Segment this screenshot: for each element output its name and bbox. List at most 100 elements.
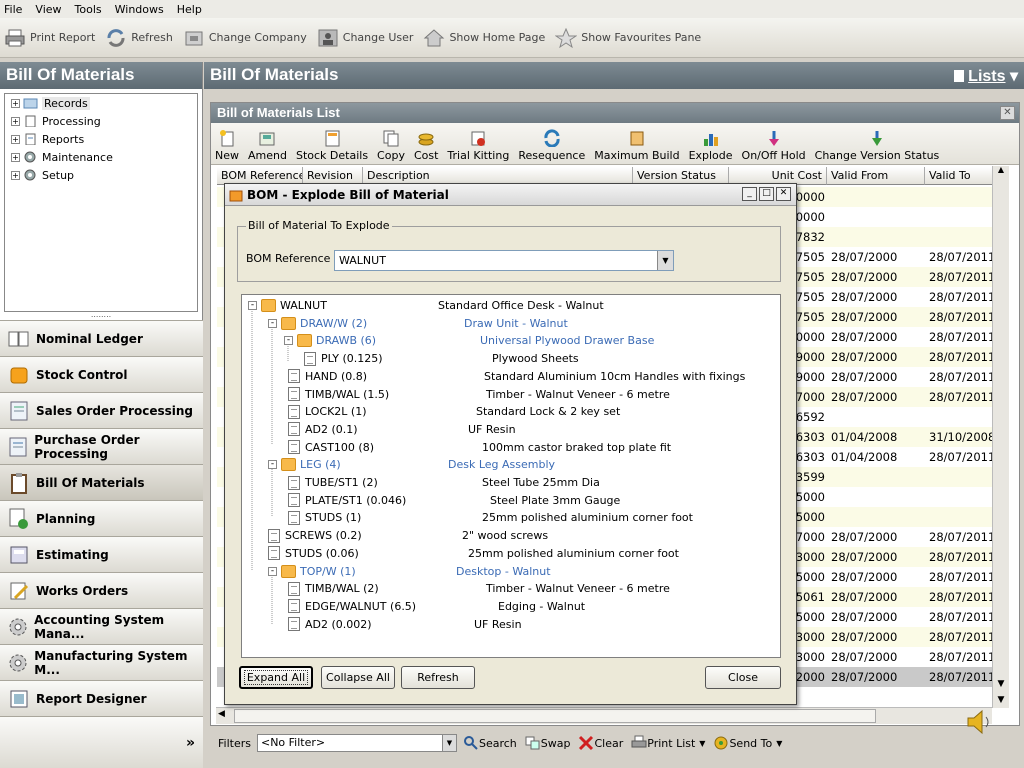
swap-button[interactable]: Swap [525, 735, 570, 751]
nav-bill-of-materials[interactable]: Bill Of Materials [0, 464, 203, 500]
tree-node[interactable]: - LEG (4) [268, 456, 341, 473]
tree-node[interactable]: - WALNUT [248, 297, 327, 314]
close-icon[interactable]: ✕ [1000, 106, 1015, 120]
collapse-icon[interactable]: - [248, 301, 257, 310]
dialog-titlebar[interactable]: BOM - Explode Bill of Material [225, 184, 796, 206]
send-to-button[interactable]: Send To ▼ [713, 735, 782, 751]
collapse-icon[interactable]: - [268, 566, 277, 576]
horizontal-scrollbar[interactable]: ◀ [216, 707, 992, 724]
tree-node[interactable]: SCREWS (0.2) [268, 527, 362, 544]
tree-item-maintenance[interactable]: + Maintenance [5, 148, 197, 166]
tree-node[interactable]: AD2 (0.002) [288, 616, 372, 633]
print-report-button[interactable]: Print Report [4, 28, 95, 48]
search-button[interactable]: Search [463, 735, 517, 751]
resequence-button[interactable]: Resequence [518, 129, 585, 162]
collapse-icon[interactable]: - [284, 336, 293, 346]
scroll-left-icon[interactable]: ◀ [218, 709, 225, 719]
nav-stock-control[interactable]: Stock Control [0, 356, 203, 392]
chevron-down-icon[interactable]: ▼ [441, 735, 456, 751]
chevron-down-icon[interactable]: ▼ [699, 739, 705, 748]
bom-reference-select[interactable]: WALNUT ▼ [334, 250, 674, 271]
new-button[interactable]: New [215, 129, 239, 162]
tree-item-reports[interactable]: + Reports [5, 130, 197, 148]
tree-node[interactable]: STUDS (0.06) [268, 545, 359, 562]
nav-more-button[interactable]: » [0, 716, 203, 768]
tree-node[interactable]: PLATE/ST1 (0.046) [288, 492, 406, 509]
nav-planning[interactable]: Planning [0, 500, 203, 536]
amend-button[interactable]: Amend [248, 129, 287, 162]
tree-node[interactable]: LOCK2L (1) [288, 403, 367, 420]
dialog-refresh-button[interactable]: Refresh [401, 666, 475, 689]
chevron-down-icon[interactable]: ▼ [776, 739, 782, 748]
tree-node[interactable]: PLY (0.125) [304, 350, 383, 367]
expand-icon[interactable]: + [11, 152, 20, 162]
refresh-button[interactable]: Refresh [105, 28, 173, 48]
copy-button[interactable]: Copy [377, 129, 405, 162]
vertical-scrollbar[interactable]: ▲ ▲ ▼▼ [992, 166, 1009, 708]
tree-node[interactable]: AD2 (0.1) [288, 421, 358, 438]
expand-icon[interactable]: + [11, 170, 20, 180]
tree-item-setup[interactable]: + Setup [5, 166, 197, 184]
nav-purchase-order-processing[interactable]: Purchase Order Processing [0, 428, 203, 464]
maximize-icon[interactable]: □ [759, 187, 774, 201]
tree-node[interactable]: - DRAWB (6) [284, 332, 376, 349]
nav-nominal-ledger[interactable]: Nominal Ledger [0, 320, 203, 356]
tree-node-code: PLY (0.125) [321, 352, 383, 366]
scroll-top-icon[interactable]: ▲ [993, 166, 1009, 176]
pane-splitter[interactable]: ........ [4, 311, 198, 319]
menu-windows[interactable]: Windows [115, 3, 164, 16]
print-list-button[interactable]: Print List ▼ [631, 735, 705, 751]
menu-view[interactable]: View [35, 3, 61, 16]
menu-help[interactable]: Help [177, 3, 202, 16]
nav-report-designer[interactable]: Report Designer [0, 680, 203, 716]
nav-sales-order-processing[interactable]: Sales Order Processing [0, 392, 203, 428]
menu-tools[interactable]: Tools [75, 3, 102, 16]
change-version-status-button[interactable]: Change Version Status [815, 129, 939, 162]
tree-item-processing[interactable]: + Processing [5, 112, 197, 130]
collapse-icon[interactable]: - [268, 460, 277, 470]
expand-icon[interactable]: + [11, 98, 20, 108]
maximum-build-button[interactable]: Maximum Build [594, 129, 680, 162]
tree-node[interactable]: STUDS (1) [288, 509, 361, 526]
chevron-down-icon[interactable]: ▼ [657, 251, 673, 270]
scroll-down-icon[interactable]: ▼ ▼ [993, 676, 1009, 708]
cost-button[interactable]: Cost [414, 129, 438, 162]
nav-manufacturing-system-manager[interactable]: Manufacturing System M... [0, 644, 203, 680]
tree-node[interactable]: - TOP/W (1) [268, 563, 356, 580]
nav-accounting-system-manager[interactable]: Accounting System Mana... [0, 608, 203, 644]
tree-node[interactable]: - DRAW/W (2) [268, 315, 367, 332]
tree-node[interactable]: CAST100 (8) [288, 439, 374, 456]
cell-to: 28/07/2011 [929, 670, 996, 684]
filter-select[interactable]: <No Filter> ▼ [256, 734, 457, 752]
close-icon[interactable]: ✕ [776, 187, 791, 201]
scroll-thumb[interactable] [234, 709, 876, 723]
show-home-page-button[interactable]: Show Home Page [423, 28, 545, 48]
tree-item-records[interactable]: + Records [5, 94, 197, 112]
col-header-valid-to[interactable]: Valid To [925, 167, 995, 185]
collapse-all-button[interactable]: Collapse All [321, 666, 395, 689]
lists-menu-button[interactable]: Lists ▾ [954, 66, 1018, 86]
explode-button[interactable]: Explode [689, 129, 733, 162]
nav-works-orders[interactable]: Works Orders [0, 572, 203, 608]
minimize-icon[interactable]: _ [742, 187, 757, 201]
trial-kitting-button[interactable]: Trial Kitting [447, 129, 509, 162]
tree-node[interactable]: EDGE/WALNUT (6.5) [288, 598, 416, 615]
tree-node[interactable]: HAND (0.8) [288, 368, 367, 385]
col-header-valid-from[interactable]: Valid From [827, 167, 925, 185]
change-company-button[interactable]: Change Company [183, 28, 307, 48]
collapse-icon[interactable]: - [268, 318, 277, 328]
show-favourites-button[interactable]: Show Favourites Pane [555, 27, 701, 48]
tree-node[interactable]: TUBE/ST1 (2) [288, 474, 378, 491]
tree-node[interactable]: TIMB/WAL (2) [288, 580, 379, 597]
stock-details-button[interactable]: Stock Details [296, 129, 368, 162]
nav-estimating[interactable]: Estimating [0, 536, 203, 572]
on-off-hold-button[interactable]: On/Off Hold [742, 129, 806, 162]
change-user-button[interactable]: Change User [317, 28, 413, 48]
expand-icon[interactable]: + [11, 116, 20, 126]
tree-node[interactable]: TIMB/WAL (1.5) [288, 386, 389, 403]
clear-button[interactable]: Clear [578, 735, 623, 751]
menu-file[interactable]: File [4, 3, 22, 16]
expand-all-button[interactable]: Expand All [239, 666, 313, 689]
dialog-close-button[interactable]: Close [705, 666, 781, 689]
expand-icon[interactable]: + [11, 134, 20, 144]
